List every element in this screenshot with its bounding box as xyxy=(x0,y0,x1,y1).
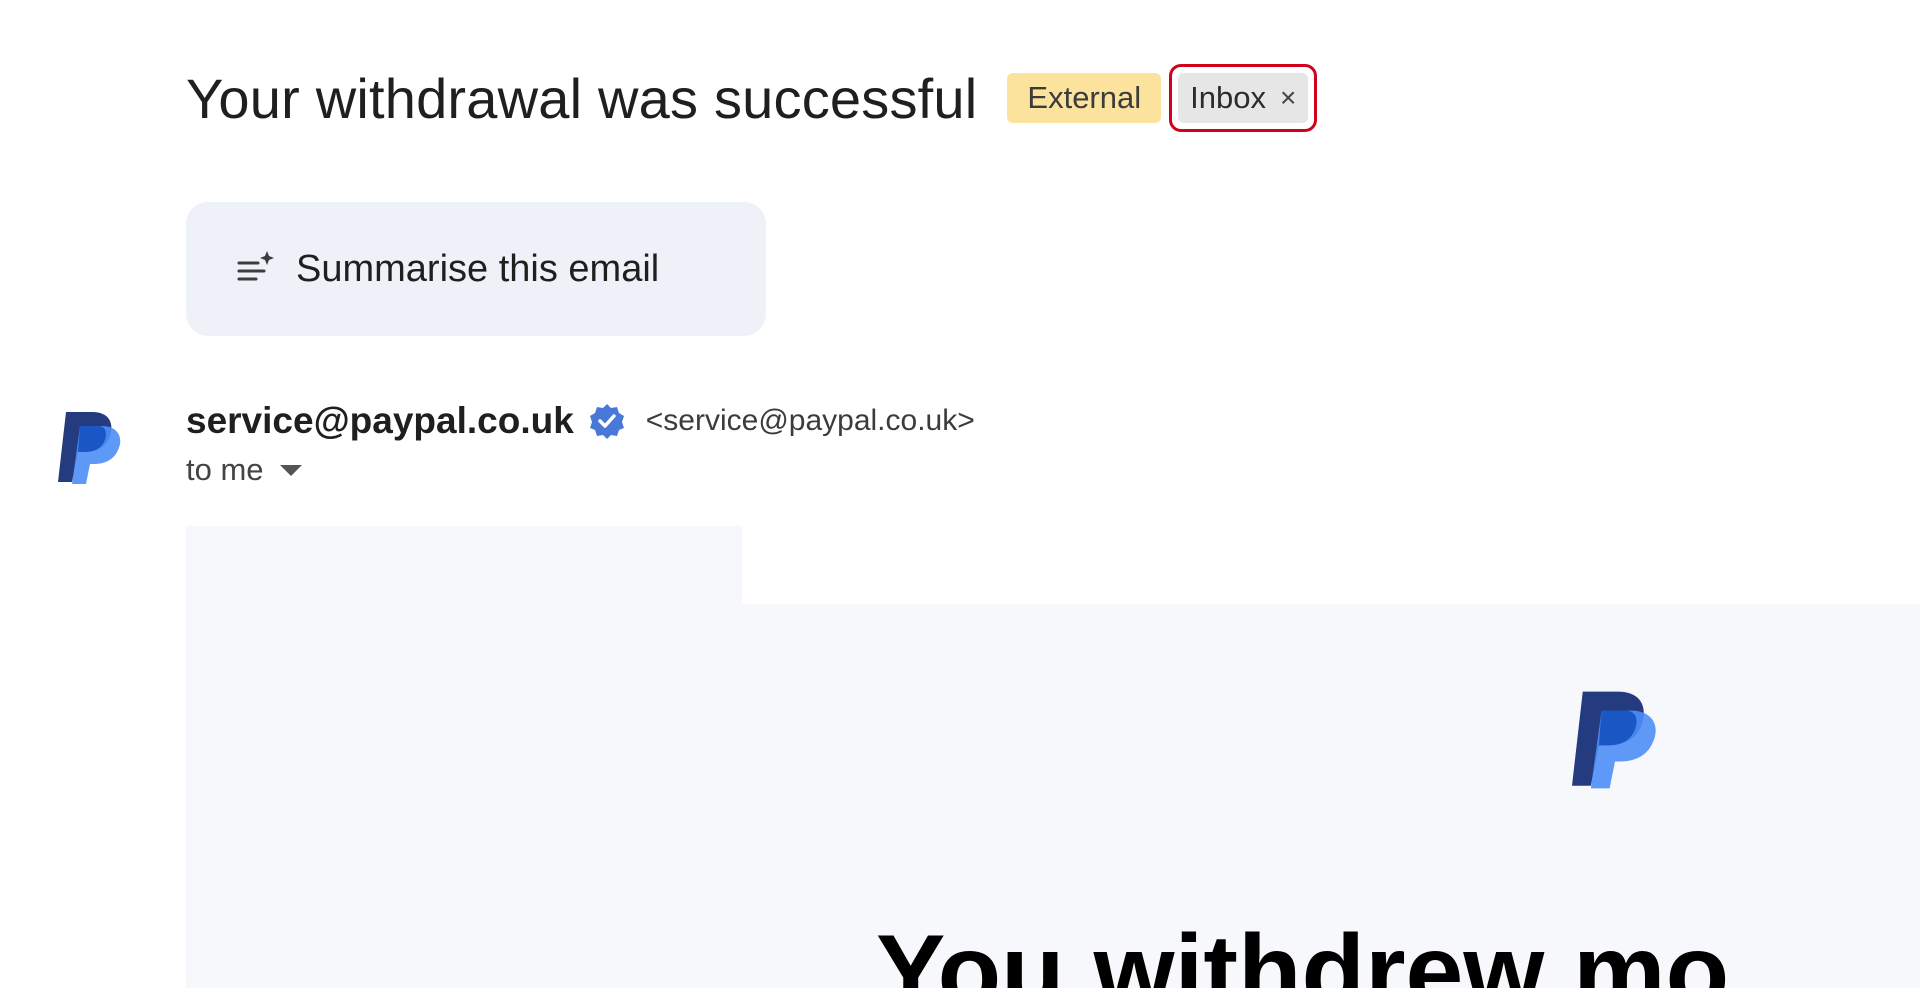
remove-label-icon[interactable]: × xyxy=(1280,82,1296,114)
inbox-label-text: Inbox xyxy=(1190,80,1266,115)
subject-row: Your withdrawal was successful External … xyxy=(186,56,1318,140)
email-subject: Your withdrawal was successful xyxy=(186,66,978,130)
sender-row: service@paypal.co.uk <service@paypal.co.… xyxy=(186,396,975,446)
external-label: External xyxy=(1007,73,1162,123)
email-view: Your withdrawal was successful External … xyxy=(0,0,1920,988)
paypal-body-logo-icon xyxy=(1572,688,1658,792)
paypal-logo-icon xyxy=(58,410,122,486)
email-body-top-band xyxy=(742,526,1920,604)
email-body-heading: You withdrew mo xyxy=(876,914,1730,988)
recipient-label: to me xyxy=(186,452,264,487)
inbox-label-highlight: Inbox × xyxy=(1169,64,1318,132)
sender-name[interactable]: service@paypal.co.uk xyxy=(186,400,574,442)
verified-badge-icon[interactable] xyxy=(588,402,626,440)
sender-email: <service@paypal.co.uk> xyxy=(645,404,975,437)
recipient-details-toggle[interactable]: to me xyxy=(186,452,302,488)
summarise-sparkle-icon xyxy=(236,249,276,289)
summarise-label: Summarise this email xyxy=(296,247,660,290)
chevron-down-icon xyxy=(279,464,302,476)
summarise-email-button[interactable]: Summarise this email xyxy=(186,202,766,336)
inbox-label[interactable]: Inbox × xyxy=(1178,73,1309,123)
